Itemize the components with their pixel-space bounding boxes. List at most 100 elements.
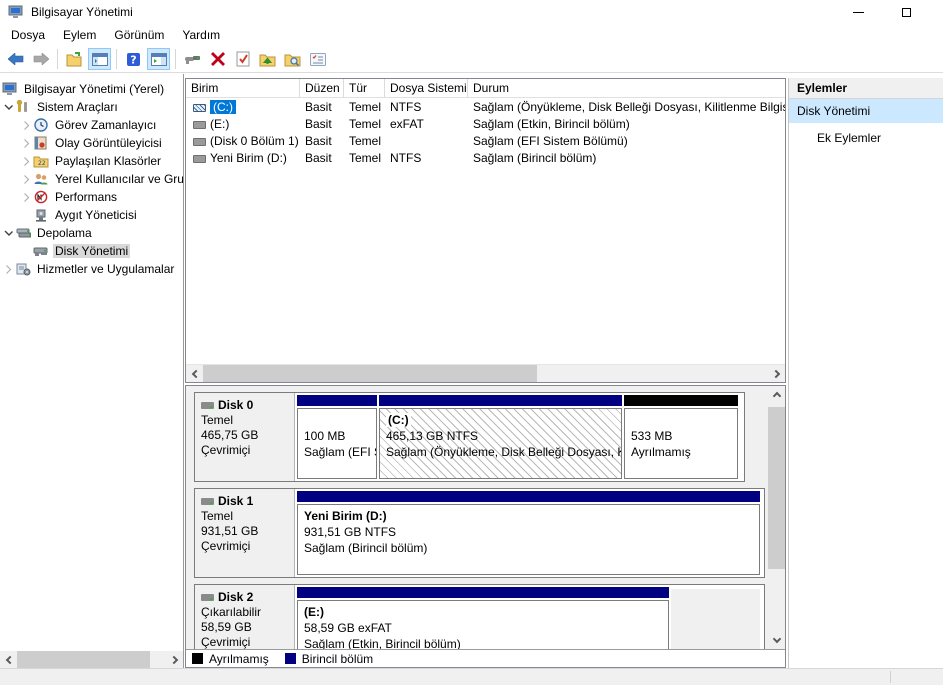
performance-icon <box>34 190 48 204</box>
chevron-down-icon[interactable] <box>2 101 15 113</box>
partition-color-bar <box>297 587 669 598</box>
action-item-disk-management[interactable]: Disk Yönetimi <box>789 99 943 123</box>
column-header-type[interactable]: Tür <box>344 79 385 97</box>
tree-item-storage[interactable]: Depolama <box>0 224 183 242</box>
disk1-box: Disk 1 Temel 931,51 GB Çevrimiçi Yeni Bi… <box>194 488 765 578</box>
volume-filesystem: exFAT <box>390 116 424 131</box>
partition-c[interactable]: (C:) 465,13 GB NTFS Sağlam (Önyükleme, D… <box>379 395 622 479</box>
chevron-right-icon[interactable] <box>20 155 33 167</box>
partition-legend: Ayrılmamış Birincil bölüm <box>186 649 785 667</box>
tree-horizontal-scrollbar[interactable] <box>0 651 183 668</box>
column-header-filesystem[interactable]: Dosya Sistemi <box>385 79 468 97</box>
tree-item-task-scheduler[interactable]: Görev Zamanlayıcı <box>0 116 183 134</box>
tree-item-shared-folders[interactable]: 22 Paylaşılan Klasörler <box>0 152 183 170</box>
tree-item-system-tools[interactable]: Sistem Araçları <box>0 98 183 116</box>
maximize-button[interactable] <box>889 0 923 24</box>
tree-item-disk-management[interactable]: Disk Yönetimi <box>0 242 183 260</box>
partition-e[interactable]: (E:) 58,59 GB exFAT Sağlam (Etkin, Birin… <box>297 587 669 649</box>
back-icon[interactable] <box>4 48 27 70</box>
console-tree-panel: Bilgisayar Yönetimi (Yerel) Sistem Araçl… <box>0 74 184 668</box>
scrollbar-thumb[interactable] <box>203 365 537 382</box>
chevron-down-icon[interactable] <box>2 227 15 239</box>
console-snapin-icon[interactable] <box>181 48 204 70</box>
partition-status: Ayrılmamış <box>631 445 691 459</box>
disk-size: 931,51 GB <box>201 524 259 538</box>
volume-row-e[interactable]: (E:) Basit Temel exFAT Sağlam (Etkin, Bi… <box>186 115 785 132</box>
partition-d[interactable]: Yeni Birim (D:) 931,51 GB NTFS Sağlam (B… <box>297 491 760 575</box>
tree-item-label: Görev Zamanlayıcı <box>55 118 157 132</box>
delete-icon[interactable] <box>206 48 229 70</box>
chevron-right-icon[interactable] <box>20 119 33 131</box>
column-header-status[interactable]: Durum <box>468 79 785 97</box>
partition-title: Yeni Birim (D:) <box>304 509 387 523</box>
local-users-icon <box>34 173 48 185</box>
show-console-tree-icon[interactable] <box>88 48 111 70</box>
mark-active-icon[interactable] <box>231 48 254 70</box>
volume-row-d[interactable]: Yeni Birim (D:) Basit Temel NTFS Sağlam … <box>186 149 785 166</box>
disk-vertical-scrollbar[interactable] <box>768 386 785 649</box>
partition-color-bar <box>297 395 377 406</box>
export-list-icon[interactable] <box>63 48 86 70</box>
tree-item-device-manager[interactable]: Aygıt Yöneticisi <box>0 206 183 224</box>
disk-name: Disk 2 <box>218 590 254 604</box>
partition-efi[interactable]: 100 MB Sağlam (EFI S <box>297 395 377 479</box>
scroll-down-icon[interactable] <box>768 632 785 649</box>
status-bar-divider <box>890 671 891 683</box>
event-viewer-icon <box>34 136 47 150</box>
partition-unallocated[interactable]: 533 MB Ayrılmamış <box>624 395 738 479</box>
minimize-button[interactable] <box>841 0 875 24</box>
volume-status: Sağlam (Etkin, Birincil bölüm) <box>473 116 630 131</box>
chevron-right-icon[interactable] <box>2 263 15 275</box>
scroll-up-icon[interactable] <box>768 386 785 403</box>
partition-status: Sağlam (Etkin, Birincil bölüm) <box>304 637 461 649</box>
disk2-label[interactable]: Disk 2 Çıkarılabilir 58,59 GB Çevrimiçi <box>195 585 295 649</box>
menu-file[interactable]: Dosya <box>2 26 54 44</box>
chevron-right-icon[interactable] <box>20 137 33 149</box>
tree-item-event-viewer[interactable]: Olay Görüntüleyicisi <box>0 134 183 152</box>
tree-item-computer-management[interactable]: Bilgisayar Yönetimi (Yerel) <box>0 80 183 98</box>
volume-row-c[interactable]: (C:) Basit Temel NTFS Sağlam (Önyükleme,… <box>186 98 785 115</box>
explore-icon[interactable] <box>281 48 304 70</box>
tree-item-services-applications[interactable]: Hizmetler ve Uygulamalar <box>0 260 183 278</box>
show-action-pane-icon[interactable] <box>147 48 170 70</box>
scroll-right-icon[interactable] <box>768 365 785 382</box>
menu-action[interactable]: Eylem <box>54 26 105 44</box>
menu-bar: Dosya Eylem Görünüm Yardım <box>0 24 943 46</box>
disk-management-icon <box>33 247 48 256</box>
open-parent-folder-icon[interactable] <box>256 48 279 70</box>
volume-horizontal-scrollbar[interactable] <box>186 364 785 382</box>
scrollbar-thumb[interactable] <box>768 407 785 569</box>
menu-view[interactable]: Görünüm <box>105 26 173 44</box>
help-icon[interactable]: ? <box>122 48 145 70</box>
disk-graph-area: Disk 0 Temel 465,75 GB Çevrimiçi 100 MB <box>186 386 768 649</box>
scrollbar-thumb[interactable] <box>17 651 150 668</box>
tree-item-local-users-groups[interactable]: Yerel Kullanıcılar ve Gru <box>0 170 183 188</box>
scroll-left-icon[interactable] <box>186 365 203 382</box>
tree-item-performance[interactable]: Performans <box>0 188 183 206</box>
tree-item-label: Performans <box>55 190 118 204</box>
disk0-label[interactable]: Disk 0 Temel 465,75 GB Çevrimiçi <box>195 393 295 481</box>
partition-size: 100 MB <box>304 429 346 443</box>
column-header-layout[interactable]: Düzen <box>300 79 344 97</box>
volume-icon <box>193 120 206 129</box>
menu-help[interactable]: Yardım <box>173 26 229 44</box>
volume-row-efi[interactable]: (Disk 0 Bölüm 1) Basit Temel Sağlam (EFI… <box>186 132 785 149</box>
legend-label: Ayrılmamış <box>209 651 269 666</box>
volume-layout: Basit <box>305 116 332 131</box>
action-item-more-actions[interactable]: Ek Eylemler <box>789 127 943 147</box>
tools-icon <box>16 100 27 112</box>
scroll-left-icon[interactable] <box>0 651 17 668</box>
column-header-volume[interactable]: Birim <box>186 79 300 97</box>
properties-list-icon[interactable] <box>306 48 329 70</box>
scroll-right-icon[interactable] <box>166 651 183 668</box>
disk-size: 58,59 GB <box>201 620 252 634</box>
disk1-label[interactable]: Disk 1 Temel 931,51 GB Çevrimiçi <box>195 489 295 577</box>
svg-text:?: ? <box>130 53 136 66</box>
tree-item-label: Aygıt Yöneticisi <box>55 208 137 222</box>
chevron-right-icon[interactable] <box>20 191 33 203</box>
chevron-right-icon[interactable] <box>20 173 33 185</box>
volume-type: Temel <box>349 133 382 148</box>
volume-type: Temel <box>349 150 382 165</box>
forward-icon[interactable] <box>29 48 52 70</box>
volume-type: Temel <box>349 116 382 131</box>
